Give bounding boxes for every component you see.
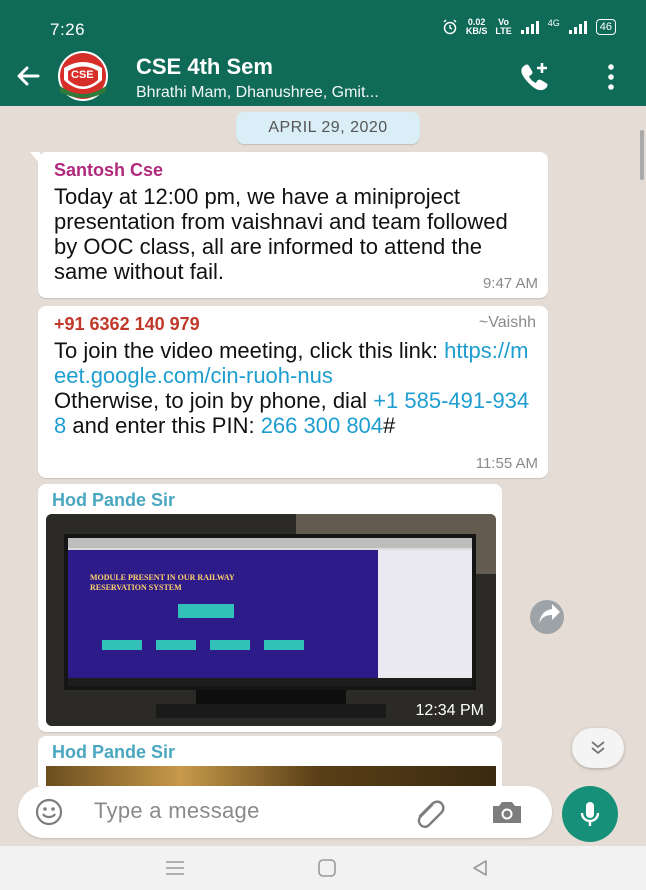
recent-apps-icon[interactable] bbox=[164, 859, 186, 877]
message-text-part: and enter this PIN: bbox=[66, 413, 261, 438]
status-icons: 0.02 KB/S Vo LTE 4G 46 bbox=[442, 18, 616, 36]
image-message-bubble[interactable]: Hod Pande Sir bbox=[38, 736, 502, 786]
message-time: 9:47 AM bbox=[482, 275, 538, 292]
alarm-icon bbox=[443, 19, 457, 35]
status-time: 7:26 bbox=[50, 20, 86, 39]
message-text-part: # bbox=[383, 413, 396, 438]
camera-icon[interactable] bbox=[490, 798, 524, 826]
voice-message-button[interactable] bbox=[562, 786, 618, 842]
message-composer[interactable]: Type a message bbox=[18, 786, 552, 838]
photo-caption-line-1: MODULE PRESENT IN OUR RAILWAY bbox=[90, 573, 235, 582]
more-options-icon[interactable] bbox=[604, 62, 618, 92]
back-arrow-icon[interactable] bbox=[12, 60, 44, 92]
lte-label: LTE bbox=[495, 26, 512, 36]
photo-thumbnail[interactable] bbox=[46, 766, 496, 786]
pin-link[interactable]: 266 300 804 bbox=[261, 413, 383, 438]
scroll-to-bottom-button[interactable] bbox=[572, 728, 624, 768]
microphone-icon bbox=[580, 802, 600, 826]
date-divider: APRIL 29, 2020 bbox=[236, 112, 420, 144]
sender-pushname: ~Vaishh bbox=[478, 314, 536, 331]
message-time: 11:55 AM bbox=[475, 455, 538, 472]
signal-icon bbox=[520, 21, 539, 34]
bubble-tail bbox=[30, 152, 40, 164]
photo-caption-line-2: RESERVATION SYSTEM bbox=[90, 583, 182, 592]
add-call-icon[interactable] bbox=[518, 60, 552, 92]
message-sender[interactable]: Hod Pande Sir bbox=[52, 490, 175, 511]
message-input[interactable]: Type a message bbox=[94, 798, 260, 824]
net-speed: 0.02 KB/S bbox=[466, 18, 488, 36]
monitor-photo-image: MODULE PRESENT IN OUR RAILWAY RESERVATIO… bbox=[46, 514, 496, 726]
message-text-part: Otherwise, to join by phone, dial bbox=[54, 388, 374, 413]
signal-4g-label: 4G bbox=[547, 18, 560, 28]
battery-indicator: 46 bbox=[595, 19, 616, 35]
home-icon[interactable] bbox=[316, 858, 338, 878]
message-sender[interactable]: Santosh Cse bbox=[54, 160, 163, 181]
group-avatar[interactable]: CSE bbox=[50, 50, 116, 102]
signal-icon-2 bbox=[568, 21, 587, 34]
message-bubble[interactable]: +91 6362 140 979 ~Vaishh To join the vid… bbox=[38, 306, 548, 478]
volte-badge: Vo LTE bbox=[495, 18, 511, 36]
photo-thumbnail[interactable]: MODULE PRESENT IN OUR RAILWAY RESERVATIO… bbox=[46, 514, 496, 726]
status-bar: 7:26 0.02 KB/S Vo LTE 4G 46 bbox=[0, 0, 646, 46]
attachment-icon[interactable] bbox=[414, 798, 446, 828]
top-bar: 7:26 0.02 KB/S Vo LTE 4G 46 CSE CSE 4th Se… bbox=[0, 0, 646, 106]
forward-icon[interactable] bbox=[518, 588, 576, 646]
photo-time: 12:34 PM bbox=[415, 702, 484, 719]
image-message-bubble[interactable]: Hod Pande Sir MODULE PRESENT IN OUR RAIL… bbox=[38, 484, 502, 732]
message-text: Today at 12:00 pm, we have a miniproject… bbox=[54, 184, 508, 284]
net-speed-unit: KB/S bbox=[465, 26, 488, 36]
chat-subtitle[interactable]: Bhrathi Mam, Dhanushree, Gmit... bbox=[136, 84, 379, 102]
avatar-text: CSE bbox=[71, 69, 94, 81]
message-bubble[interactable]: Santosh Cse Today at 12:00 pm, we have a… bbox=[30, 152, 548, 298]
scrollbar[interactable] bbox=[640, 130, 644, 180]
message-sender[interactable]: Hod Pande Sir bbox=[52, 742, 175, 763]
double-chevron-down-icon bbox=[591, 741, 605, 755]
system-nav-bar bbox=[0, 846, 646, 890]
message-text-part: To join the video meeting, click this li… bbox=[54, 338, 445, 363]
nav-back-icon[interactable] bbox=[470, 858, 490, 878]
chat-title[interactable]: CSE 4th Sem bbox=[136, 54, 273, 80]
emoji-icon[interactable] bbox=[34, 797, 64, 827]
chat-header[interactable]: CSE CSE 4th Sem Bhrathi Mam, Dhanushree,… bbox=[0, 46, 646, 106]
message-sender[interactable]: +91 6362 140 979 bbox=[54, 314, 200, 335]
chat-area[interactable]: APRIL 29, 2020 Santosh Cse Today at 12:0… bbox=[0, 106, 646, 786]
message-text: To join the video meeting, click this li… bbox=[54, 338, 538, 438]
